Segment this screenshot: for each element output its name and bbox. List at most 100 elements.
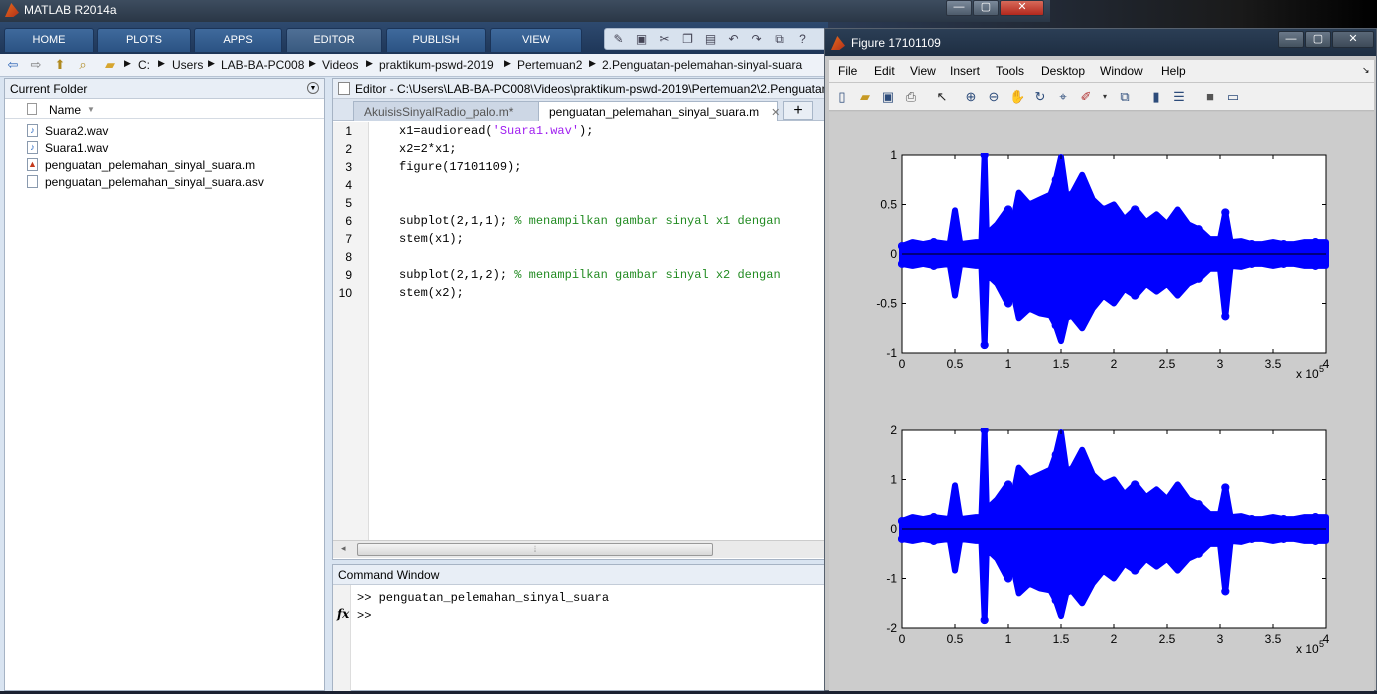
- new-tab-button[interactable]: +: [783, 101, 813, 120]
- zoom-out-icon[interactable]: ⊖: [986, 89, 1002, 105]
- name-column-header[interactable]: Name ▼: [5, 99, 324, 119]
- colorbar-icon[interactable]: ▮: [1148, 89, 1164, 105]
- horizontal-scrollbar[interactable]: ◂ ⦙: [333, 540, 827, 558]
- x-tick-label: 3: [1217, 632, 1224, 646]
- pointer-icon[interactable]: ↖: [934, 89, 950, 105]
- brush-icon[interactable]: ✐: [1078, 89, 1094, 105]
- list-item[interactable]: ▲ penguatan_pelemahan_sinyal_suara.m: [5, 156, 324, 173]
- breadcrumb-praktikum[interactable]: praktikum-pswd-2019: [379, 58, 494, 72]
- menu-view[interactable]: View: [910, 64, 936, 78]
- close-tab-icon[interactable]: ✕: [771, 107, 780, 119]
- figure-toolbar: ▯ ▰ ▣ ⎙ ↖ ⊕ ⊖ ✋ ↻ ⌖ ✐ ▾ ⧉ ▮ ☰ ■ ▭: [829, 83, 1374, 111]
- tab-publish[interactable]: PUBLISH: [386, 28, 486, 52]
- paste-icon[interactable]: ▤: [703, 32, 718, 47]
- code-line[interactable]: subplot(2,1,2); % menampilkan gambar sin…: [399, 268, 781, 282]
- figure-maximize-button[interactable]: ▢: [1305, 31, 1331, 48]
- save-figure-icon[interactable]: ▣: [880, 89, 896, 105]
- menu-desktop[interactable]: Desktop: [1041, 64, 1085, 78]
- figure-menu-bar: File Edit View Insert Tools Desktop Wind…: [829, 60, 1374, 82]
- breadcrumb-users[interactable]: Users: [172, 58, 203, 72]
- back-icon[interactable]: ⇦: [5, 57, 21, 73]
- list-item[interactable]: ♪ Suara2.wav: [5, 122, 324, 139]
- zoom-in-icon[interactable]: ⊕: [963, 89, 979, 105]
- current-folder-header: Current Folder ▼: [5, 79, 324, 99]
- hide-plot-tools-icon[interactable]: ■: [1202, 89, 1218, 105]
- brush-dropdown-icon[interactable]: ▾: [1097, 89, 1113, 105]
- tab-editor[interactable]: EDITOR: [286, 28, 382, 52]
- panel-menu-icon[interactable]: ▼: [307, 82, 319, 94]
- tab-apps[interactable]: APPS: [194, 28, 282, 52]
- subplot-2[interactable]: 0 0.5 1 1.5 2 2.5 3 3.5 4210-1-2x 10 5: [886, 423, 1329, 656]
- pan-icon[interactable]: ✋: [1009, 89, 1025, 105]
- menu-tools[interactable]: Tools: [996, 64, 1024, 78]
- code-line[interactable]: x1=audioread('Suara1.wav');: [399, 124, 593, 138]
- tab-view[interactable]: VIEW: [490, 28, 582, 52]
- close-button[interactable]: ✕: [1000, 0, 1044, 16]
- list-item[interactable]: penguatan_pelemahan_sinyal_suara.asv: [5, 173, 324, 190]
- breadcrumb-pc[interactable]: LAB-BA-PC008: [221, 58, 304, 72]
- show-plot-tools-icon[interactable]: ▭: [1225, 89, 1241, 105]
- new-icon[interactable]: ✎: [611, 32, 626, 47]
- list-item[interactable]: ♪ Suara1.wav: [5, 139, 324, 156]
- legend-icon[interactable]: ☰: [1171, 89, 1187, 105]
- figure-canvas[interactable]: 0 0.5 1 1.5 2 2.5 3 3.5 4 1 0.5 0 -0.5 -1 x 10 5 0 0.5 1 1.…: [829, 112, 1374, 691]
- code-line[interactable]: figure(17101109);: [399, 160, 521, 174]
- print-icon[interactable]: ⎙: [903, 89, 919, 105]
- menu-help[interactable]: Help: [1161, 64, 1186, 78]
- line-number: 1: [345, 124, 352, 138]
- breadcrumb-c[interactable]: C:: [138, 58, 150, 72]
- breadcrumb-pertemuan2[interactable]: Pertemuan2: [517, 58, 582, 72]
- line-number: 6: [345, 214, 352, 228]
- link-plot-icon[interactable]: ⧉: [1117, 89, 1133, 105]
- undo-icon[interactable]: ↶: [726, 32, 741, 47]
- command-prompt[interactable]: >>: [357, 609, 371, 623]
- fx-icon[interactable]: fx: [337, 607, 349, 621]
- menu-insert[interactable]: Insert: [950, 64, 980, 78]
- menu-file[interactable]: File: [838, 64, 857, 78]
- tab-home[interactable]: HOME: [4, 28, 94, 52]
- subplot-1[interactable]: 0 0.5 1 1.5 2 2.5 3 3.5 410.50-0.5-1x 10 5: [876, 148, 1329, 381]
- data-cursor-icon[interactable]: ⌖: [1055, 89, 1071, 105]
- rotate-icon[interactable]: ↻: [1032, 89, 1048, 105]
- help-icon[interactable]: ?: [795, 32, 810, 47]
- scroll-thumb[interactable]: ⦙: [357, 543, 713, 556]
- command-window-panel: Command Window fx >> penguatan_pelemahan…: [332, 564, 828, 691]
- open-file-icon[interactable]: ▰: [857, 89, 873, 105]
- editor-header: Editor - C:\Users\LAB-BA-PC008\Videos\pr…: [333, 79, 827, 99]
- menu-window[interactable]: Window: [1100, 64, 1143, 78]
- up-folder-icon[interactable]: ⬆: [52, 57, 68, 73]
- y-tick-label: -2: [886, 621, 897, 635]
- maximize-button[interactable]: ▢: [973, 0, 999, 16]
- code-area[interactable]: 1 2 3 4 5 6 7 8 9 10 x1=audioread('Suara1.wav'); x…: [333, 122, 827, 540]
- forward-icon[interactable]: ⇨: [28, 57, 44, 73]
- code-line[interactable]: x2=2*x1;: [399, 142, 457, 156]
- tab-akuisis[interactable]: AkuisisSinyalRadio_palo.m*: [353, 101, 539, 121]
- x-multiplier-label: x 10: [1296, 642, 1319, 656]
- x-tick-label: 3.5: [1265, 357, 1282, 371]
- redo-icon[interactable]: ↷: [749, 32, 764, 47]
- dock-arrow-icon[interactable]: ↘: [1362, 65, 1370, 76]
- breadcrumb-folder[interactable]: 2.Penguatan-pelemahan-sinyal-suara: [602, 58, 802, 72]
- tab-plots[interactable]: PLOTS: [97, 28, 191, 52]
- browse-folder-icon[interactable]: ⌕: [75, 57, 91, 73]
- y-tick-label: -0.5: [876, 297, 897, 311]
- x-tick-label: 1: [1005, 357, 1012, 371]
- cut-icon[interactable]: ✂: [657, 32, 672, 47]
- code-line[interactable]: stem(x2);: [399, 286, 464, 300]
- new-figure-icon[interactable]: ▯: [834, 89, 850, 105]
- code-line[interactable]: stem(x1);: [399, 232, 464, 246]
- minimize-button[interactable]: —: [946, 0, 972, 16]
- code-line[interactable]: subplot(2,1,1); % menampilkan gambar sin…: [399, 214, 781, 228]
- copy-icon[interactable]: ❐: [680, 32, 695, 47]
- line-number: 10: [338, 286, 352, 300]
- y-tick-label: 1: [890, 473, 897, 487]
- figure-close-button[interactable]: ✕: [1332, 31, 1374, 48]
- breadcrumb-videos[interactable]: Videos: [322, 58, 358, 72]
- y-tick-label: 0: [890, 522, 897, 536]
- menu-edit[interactable]: Edit: [874, 64, 895, 78]
- switch-windows-icon[interactable]: ⧉: [772, 32, 787, 47]
- tab-penguatan[interactable]: penguatan_pelemahan_sinyal_suara.m ✕: [538, 101, 780, 121]
- save-icon[interactable]: ▣: [634, 32, 649, 47]
- figure-minimize-button[interactable]: —: [1278, 31, 1304, 48]
- scroll-left-icon[interactable]: ◂: [341, 543, 346, 554]
